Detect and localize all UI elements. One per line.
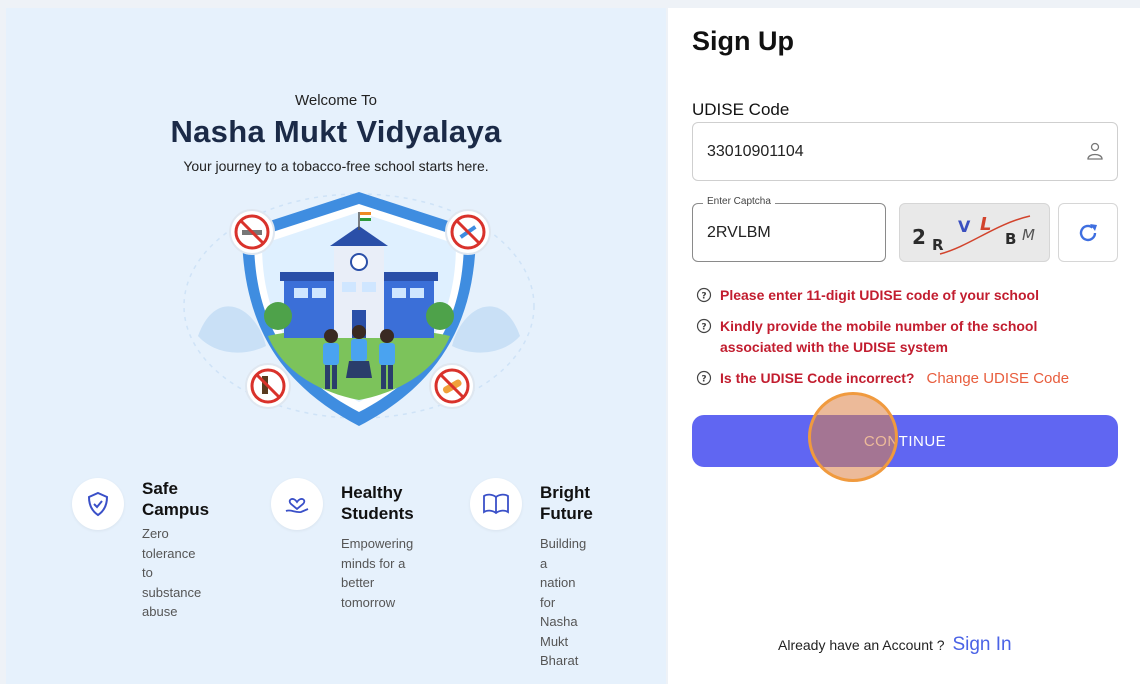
welcome-text: Welcome To xyxy=(295,92,377,109)
hero-panel: Welcome To Nasha Mukt Vidyalaya Your jou… xyxy=(6,8,666,684)
shield-check-icon xyxy=(72,478,124,530)
signup-panel: Sign Up UDISE Code 33010901104 Enter Cap… xyxy=(668,8,1140,684)
feature-title: Bright Future xyxy=(540,483,593,523)
book-icon xyxy=(470,478,522,530)
signin-prompt: Already have an Account ? xyxy=(778,637,945,653)
captcha-label: Enter Captcha xyxy=(703,196,775,207)
refresh-icon xyxy=(1079,223,1097,241)
feature-desc: Building a nation for Nasha Mukt Bharat xyxy=(540,536,587,668)
refresh-captcha-button[interactable] xyxy=(1058,203,1118,262)
captcha-image: 2 R V L B M xyxy=(899,203,1050,262)
captcha-char: R xyxy=(932,236,944,254)
feature-title: Healthy Students xyxy=(341,483,414,523)
help-circle-icon: ? xyxy=(696,287,712,303)
brand-title: Nasha Mukt Vidyalaya xyxy=(170,114,502,149)
captcha-char: B xyxy=(1005,230,1016,248)
svg-text:?: ? xyxy=(701,375,706,385)
feature-desc: Empowering minds for a better tomorrow xyxy=(341,536,414,610)
signin-row: Already have an Account ? Sign In xyxy=(778,634,1012,656)
hand-heart-icon xyxy=(271,478,323,530)
school-shield-illustration xyxy=(183,192,535,426)
help-circle-icon: ? xyxy=(696,318,712,334)
svg-text:?: ? xyxy=(701,292,706,302)
udise-value: 33010901104 xyxy=(707,143,804,160)
user-icon xyxy=(1085,141,1105,166)
udise-input[interactable]: 33010901104 xyxy=(692,122,1118,181)
svg-text:?: ? xyxy=(701,323,706,333)
captcha-char: M xyxy=(1022,226,1035,244)
feature-title: Safe Campus xyxy=(142,479,210,519)
captcha-input[interactable]: Enter Captcha 2RVLBM xyxy=(692,196,886,262)
captcha-char: V xyxy=(958,217,971,236)
tap-indicator xyxy=(808,392,898,482)
captcha-value: 2RVLBM xyxy=(707,224,771,241)
signin-link[interactable]: Sign In xyxy=(952,634,1011,655)
page-title: Sign Up xyxy=(692,26,794,56)
tagline: Your journey to a tobacco-free school st… xyxy=(183,158,489,174)
continue-button[interactable]: CONTINUE xyxy=(692,415,1118,467)
help-circle-icon: ? xyxy=(696,370,712,386)
change-udise-link[interactable]: Change UDISE Code xyxy=(926,370,1069,387)
captcha-char: 2 xyxy=(912,225,926,249)
udise-label: UDISE Code xyxy=(692,100,790,119)
feature-desc: Zero tolerance to substance abuse xyxy=(142,526,202,619)
